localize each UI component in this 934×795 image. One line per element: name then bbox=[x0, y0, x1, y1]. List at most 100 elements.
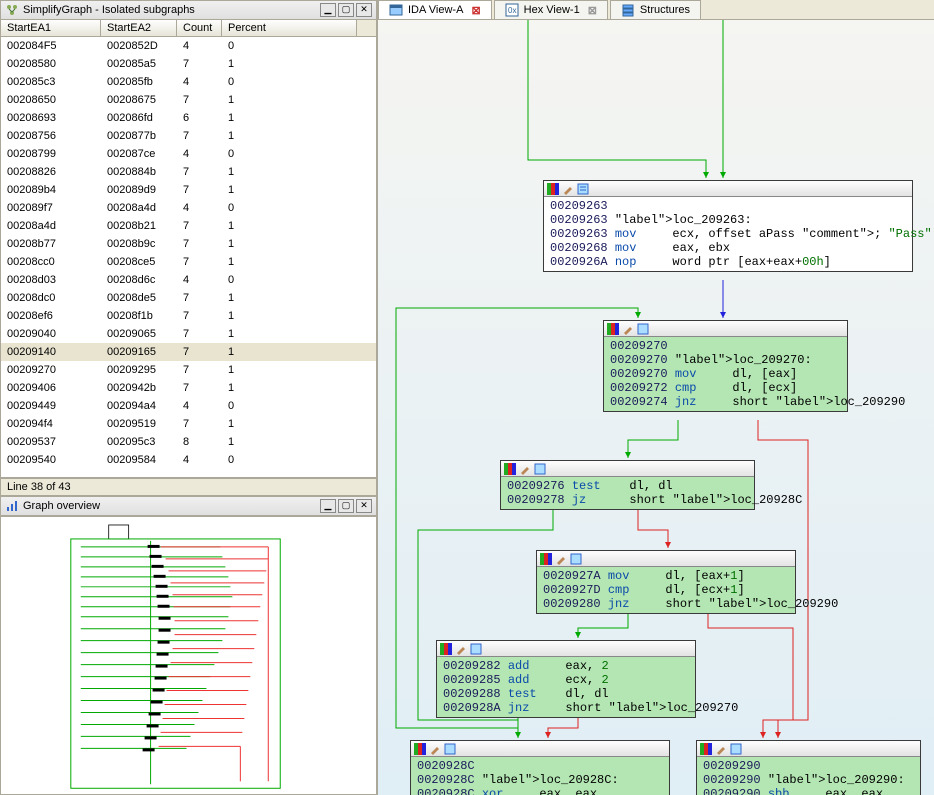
cell: 6 bbox=[177, 109, 222, 127]
bb-node-209270[interactable]: 00209270 00209270 "label">loc_209270: 00… bbox=[603, 320, 848, 412]
col-percent[interactable]: Percent bbox=[222, 20, 357, 36]
table-row[interactable]: 00208a4d00208b2171 bbox=[1, 217, 376, 235]
node-body: 0020927A mov dl, [eax+1] 0020927D cmp dl… bbox=[537, 567, 795, 613]
brush-icon bbox=[519, 463, 531, 475]
table-row[interactable]: 00208693002086fd61 bbox=[1, 109, 376, 127]
node-titlebar bbox=[604, 321, 847, 337]
table-row[interactable]: 00209449002094a440 bbox=[1, 397, 376, 415]
table-row[interactable]: 002090400020906571 bbox=[1, 325, 376, 343]
cell: 0020852D bbox=[101, 37, 177, 55]
table-row[interactable]: 002095400020958440 bbox=[1, 451, 376, 469]
tab-close-button[interactable]: ⊠ bbox=[471, 4, 480, 17]
node-titlebar bbox=[697, 741, 920, 757]
table-row[interactable]: 002087560020877b71 bbox=[1, 127, 376, 145]
overview-float-button[interactable]: ▢ bbox=[338, 499, 354, 513]
cell: 00208ef6 bbox=[1, 307, 101, 325]
simplifygraph-titlebar: SimplifyGraph - Isolated subgraphs ▁ ▢ ✕ bbox=[0, 0, 377, 20]
cell: 1 bbox=[222, 289, 357, 307]
cell: 1 bbox=[222, 91, 357, 109]
simplifygraph-title: SimplifyGraph - Isolated subgraphs bbox=[23, 4, 320, 16]
cell: 00208d03 bbox=[1, 271, 101, 289]
table-row[interactable]: 00208ef600208f1b71 bbox=[1, 307, 376, 325]
bb-node-20927A[interactable]: 0020927A mov dl, [eax+1] 0020927D cmp dl… bbox=[536, 550, 796, 614]
cell: 0 bbox=[222, 397, 357, 415]
cell: 1 bbox=[222, 379, 357, 397]
tab-ida-view[interactable]: IDA View-A ⊠ bbox=[378, 0, 492, 19]
cell: 4 bbox=[177, 397, 222, 415]
cell: 7 bbox=[177, 379, 222, 397]
col-count[interactable]: Count bbox=[177, 20, 222, 36]
cell: 00209040 bbox=[1, 325, 101, 343]
cell: 7 bbox=[177, 235, 222, 253]
tree-icon bbox=[5, 3, 19, 17]
list-icon bbox=[444, 743, 456, 755]
bb-node-209290[interactable]: 00209290 00209290 "label">loc_209290: 00… bbox=[696, 740, 921, 795]
table-row[interactable]: 002094f40020951971 bbox=[1, 415, 376, 433]
node-titlebar bbox=[411, 741, 669, 757]
cell: 00208b21 bbox=[101, 217, 177, 235]
bb-node-20928C[interactable]: 0020928C 0020928C "label">loc_20928C: 00… bbox=[410, 740, 670, 795]
cell: 002094a4 bbox=[101, 397, 177, 415]
chart-icon bbox=[5, 499, 19, 513]
bb-node-209263[interactable]: 00209263 00209263 "label">loc_209263: 00… bbox=[543, 180, 913, 272]
table-row[interactable]: 00209537002095c381 bbox=[1, 433, 376, 451]
table-row[interactable]: 00208580002085a571 bbox=[1, 55, 376, 73]
color-icon bbox=[440, 643, 452, 655]
panel-min-button[interactable]: ▁ bbox=[320, 3, 336, 17]
ida-graph-canvas[interactable]: 00209263 00209263 "label">loc_209263: 00… bbox=[378, 20, 934, 795]
table-row[interactable]: 002089f700208a4d40 bbox=[1, 199, 376, 217]
cell: 002089f7 bbox=[1, 199, 101, 217]
table-row[interactable]: 002085c3002085fb40 bbox=[1, 73, 376, 91]
cell: 1 bbox=[222, 55, 357, 73]
cell: 4 bbox=[177, 73, 222, 91]
cell: 002084F5 bbox=[1, 37, 101, 55]
cell: 7 bbox=[177, 343, 222, 361]
view-icon bbox=[389, 3, 403, 17]
table-body[interactable]: 002084F50020852D4000208580002085a5710020… bbox=[1, 37, 376, 477]
cell: 00209449 bbox=[1, 397, 101, 415]
table-row[interactable]: 002088260020884b71 bbox=[1, 163, 376, 181]
table-row[interactable]: 00208dc000208de571 bbox=[1, 289, 376, 307]
cell: 4 bbox=[177, 37, 222, 55]
table-row[interactable]: 00208cc000208ce571 bbox=[1, 253, 376, 271]
cell: 0020884b bbox=[101, 163, 177, 181]
cell: 00208b77 bbox=[1, 235, 101, 253]
table-row[interactable]: 002086500020867571 bbox=[1, 91, 376, 109]
tab-structures[interactable]: Structures bbox=[610, 0, 701, 19]
panel-float-button[interactable]: ▢ bbox=[338, 3, 354, 17]
cell: 002095c3 bbox=[101, 433, 177, 451]
bb-node-209282[interactable]: 00209282 add eax, 2 00209285 add ecx, 2 … bbox=[436, 640, 696, 718]
cell: 002085fb bbox=[101, 73, 177, 91]
table-row[interactable]: 00208799002087ce40 bbox=[1, 145, 376, 163]
table-row[interactable]: 002084F50020852D40 bbox=[1, 37, 376, 55]
subgraph-table: StartEA1 StartEA2 Count Percent 002084F5… bbox=[0, 20, 377, 478]
table-row[interactable]: 00208d0300208d6c40 bbox=[1, 271, 376, 289]
panel-close-button[interactable]: ✕ bbox=[356, 3, 372, 17]
cell: 00208675 bbox=[101, 91, 177, 109]
cell: 7 bbox=[177, 55, 222, 73]
overview-min-button[interactable]: ▁ bbox=[320, 499, 336, 513]
cell: 00208ce5 bbox=[101, 253, 177, 271]
list-icon bbox=[534, 463, 546, 475]
bb-node-209276[interactable]: 00209276 test dl, dl 00209278 jz short "… bbox=[500, 460, 755, 510]
list-icon bbox=[470, 643, 482, 655]
table-row[interactable]: 00208b7700208b9c71 bbox=[1, 235, 376, 253]
cell: 00209295 bbox=[101, 361, 177, 379]
cell: 00208580 bbox=[1, 55, 101, 73]
table-row[interactable]: 002094060020942b71 bbox=[1, 379, 376, 397]
cell: 1 bbox=[222, 109, 357, 127]
overview-canvas[interactable] bbox=[0, 516, 377, 795]
node-body: 00209263 00209263 "label">loc_209263: 00… bbox=[544, 197, 912, 271]
table-row[interactable]: 002089b4002089d971 bbox=[1, 181, 376, 199]
table-row[interactable]: 002092700020929571 bbox=[1, 361, 376, 379]
table-row[interactable]: 002091400020916571 bbox=[1, 343, 376, 361]
cell: 00209537 bbox=[1, 433, 101, 451]
overview-close-button[interactable]: ✕ bbox=[356, 499, 372, 513]
tab-label: IDA View-A bbox=[408, 4, 463, 16]
tab-close-button[interactable]: ⊠ bbox=[588, 4, 597, 17]
col-startea2[interactable]: StartEA2 bbox=[101, 20, 177, 36]
cell: 00208693 bbox=[1, 109, 101, 127]
col-startea1[interactable]: StartEA1 bbox=[1, 20, 101, 36]
cell: 0 bbox=[222, 271, 357, 289]
tab-hex-view[interactable]: 0x Hex View-1 ⊠ bbox=[494, 0, 608, 19]
